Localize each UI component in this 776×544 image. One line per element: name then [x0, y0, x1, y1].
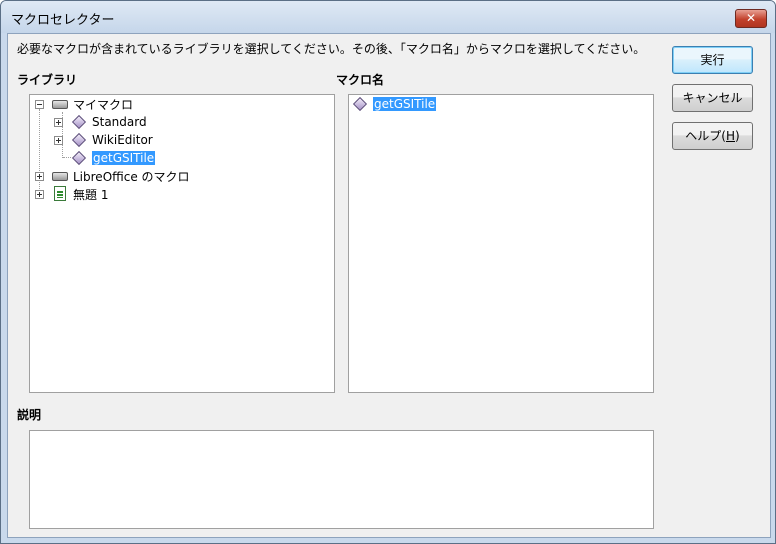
macro-icon: [352, 96, 368, 112]
tree-item-label: LibreOffice のマクロ: [73, 169, 190, 184]
expand-toggle[interactable]: [54, 135, 63, 145]
cancel-button[interactable]: キャンセル: [672, 84, 753, 112]
tree-item-wikieditor[interactable]: WikiEditor: [54, 131, 153, 149]
help-label-suffix: ): [735, 129, 740, 143]
expand-toggle[interactable]: [54, 117, 63, 127]
tree-item-label: 無題 1: [73, 187, 109, 202]
tree-item-my-macros[interactable]: マイマクロ: [35, 95, 133, 113]
window-title: マクロセレクター: [11, 13, 115, 28]
dialog-body: 必要なマクロが含まれているライブラリを選択してください。その後、「マクロ名」から…: [7, 33, 771, 538]
tree-item-label: Standard: [92, 115, 147, 129]
macro-item-getgsitile[interactable]: getGSITile: [352, 95, 437, 113]
expand-toggle[interactable]: [35, 171, 44, 181]
tree-item-untitled-1[interactable]: 無題 1: [35, 185, 108, 203]
library-tree[interactable]: マイマクロ Standard WikiEditor getGSITile Lib…: [29, 94, 335, 393]
description-label: 説明: [17, 408, 42, 422]
macro-name-list[interactable]: getGSITile: [348, 94, 654, 393]
drive-icon: [52, 168, 68, 184]
macro-library-icon: [71, 150, 87, 166]
macro-selector-dialog: マクロセレクター ✕ 必要なマクロが含まれているライブラリを選択してください。そ…: [0, 0, 776, 544]
tree-item-label: WikiEditor: [92, 133, 153, 147]
title-bar[interactable]: マクロセレクター ✕: [1, 1, 775, 33]
library-label: ライブラリ: [17, 73, 78, 87]
macro-name-label: マクロ名: [336, 73, 385, 87]
spreadsheet-document-icon: [52, 186, 68, 202]
tree-item-label: マイマクロ: [73, 97, 134, 112]
close-button[interactable]: ✕: [735, 9, 767, 28]
description-box: [29, 430, 654, 529]
tree-item-label: getGSITile: [92, 151, 156, 165]
macro-library-icon: [71, 132, 87, 148]
drive-icon: [52, 96, 68, 112]
tree-item-standard[interactable]: Standard: [54, 113, 147, 131]
tree-connector: [63, 157, 71, 159]
help-button[interactable]: ヘルプ(H): [672, 122, 753, 150]
help-label-prefix: ヘルプ(: [685, 129, 726, 143]
expand-toggle[interactable]: [35, 189, 44, 199]
macro-library-icon: [71, 114, 87, 130]
macro-item-label: getGSITile: [373, 97, 437, 111]
help-accelerator-key: H: [725, 129, 736, 143]
collapse-toggle[interactable]: [35, 99, 44, 109]
run-button[interactable]: 実行: [672, 46, 753, 74]
tree-item-getgsitile[interactable]: getGSITile: [71, 149, 156, 167]
instruction-text: 必要なマクロが含まれているライブラリを選択してください。その後、「マクロ名」から…: [17, 42, 646, 56]
tree-item-libreoffice-macros[interactable]: LibreOffice のマクロ: [35, 167, 190, 185]
